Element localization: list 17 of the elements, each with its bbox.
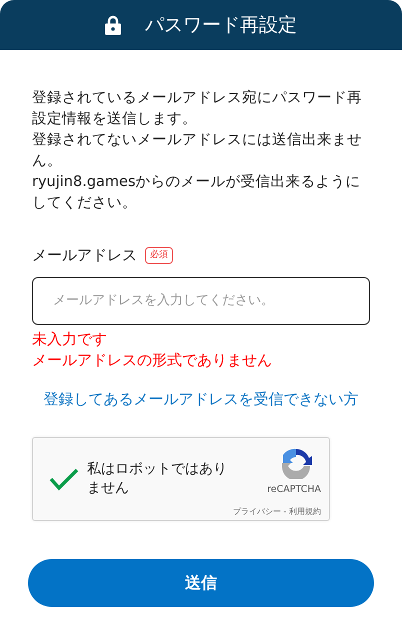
description-text: 登録されているメールアドレス宛にパスワード再設定情報を送信します。 bbox=[32, 88, 363, 130]
captcha-label: 私はロボットではありません bbox=[87, 460, 227, 498]
captcha-footer: プライバシー - 利用規約 bbox=[233, 506, 321, 518]
error-message: メールアドレスの形式でありません bbox=[32, 350, 273, 371]
captcha-logo-icon bbox=[279, 447, 313, 480]
captcha-brand: reCAPTCHA bbox=[267, 483, 321, 498]
checkmark-icon[interactable] bbox=[49, 466, 79, 491]
error-message: 未入力です bbox=[32, 328, 108, 350]
submit-button[interactable]: 送信 bbox=[28, 558, 374, 607]
description-text: 登録されてないメールアドレスには送信出来ません。 bbox=[32, 131, 363, 172]
email-input[interactable]: メールアドレスを入力してください。 bbox=[32, 276, 370, 325]
lock-icon bbox=[105, 15, 121, 35]
help-link[interactable]: 登録してあるメールアドレスを受信できない方 bbox=[44, 390, 358, 408]
description-text: ryujin8.gamesからのメールが受信出来るようにしてください。 bbox=[32, 173, 362, 214]
required-tag: 必須 bbox=[145, 246, 173, 264]
field-label: メールアドレス bbox=[32, 245, 137, 266]
page-title: パスワード再設定 bbox=[145, 12, 297, 38]
